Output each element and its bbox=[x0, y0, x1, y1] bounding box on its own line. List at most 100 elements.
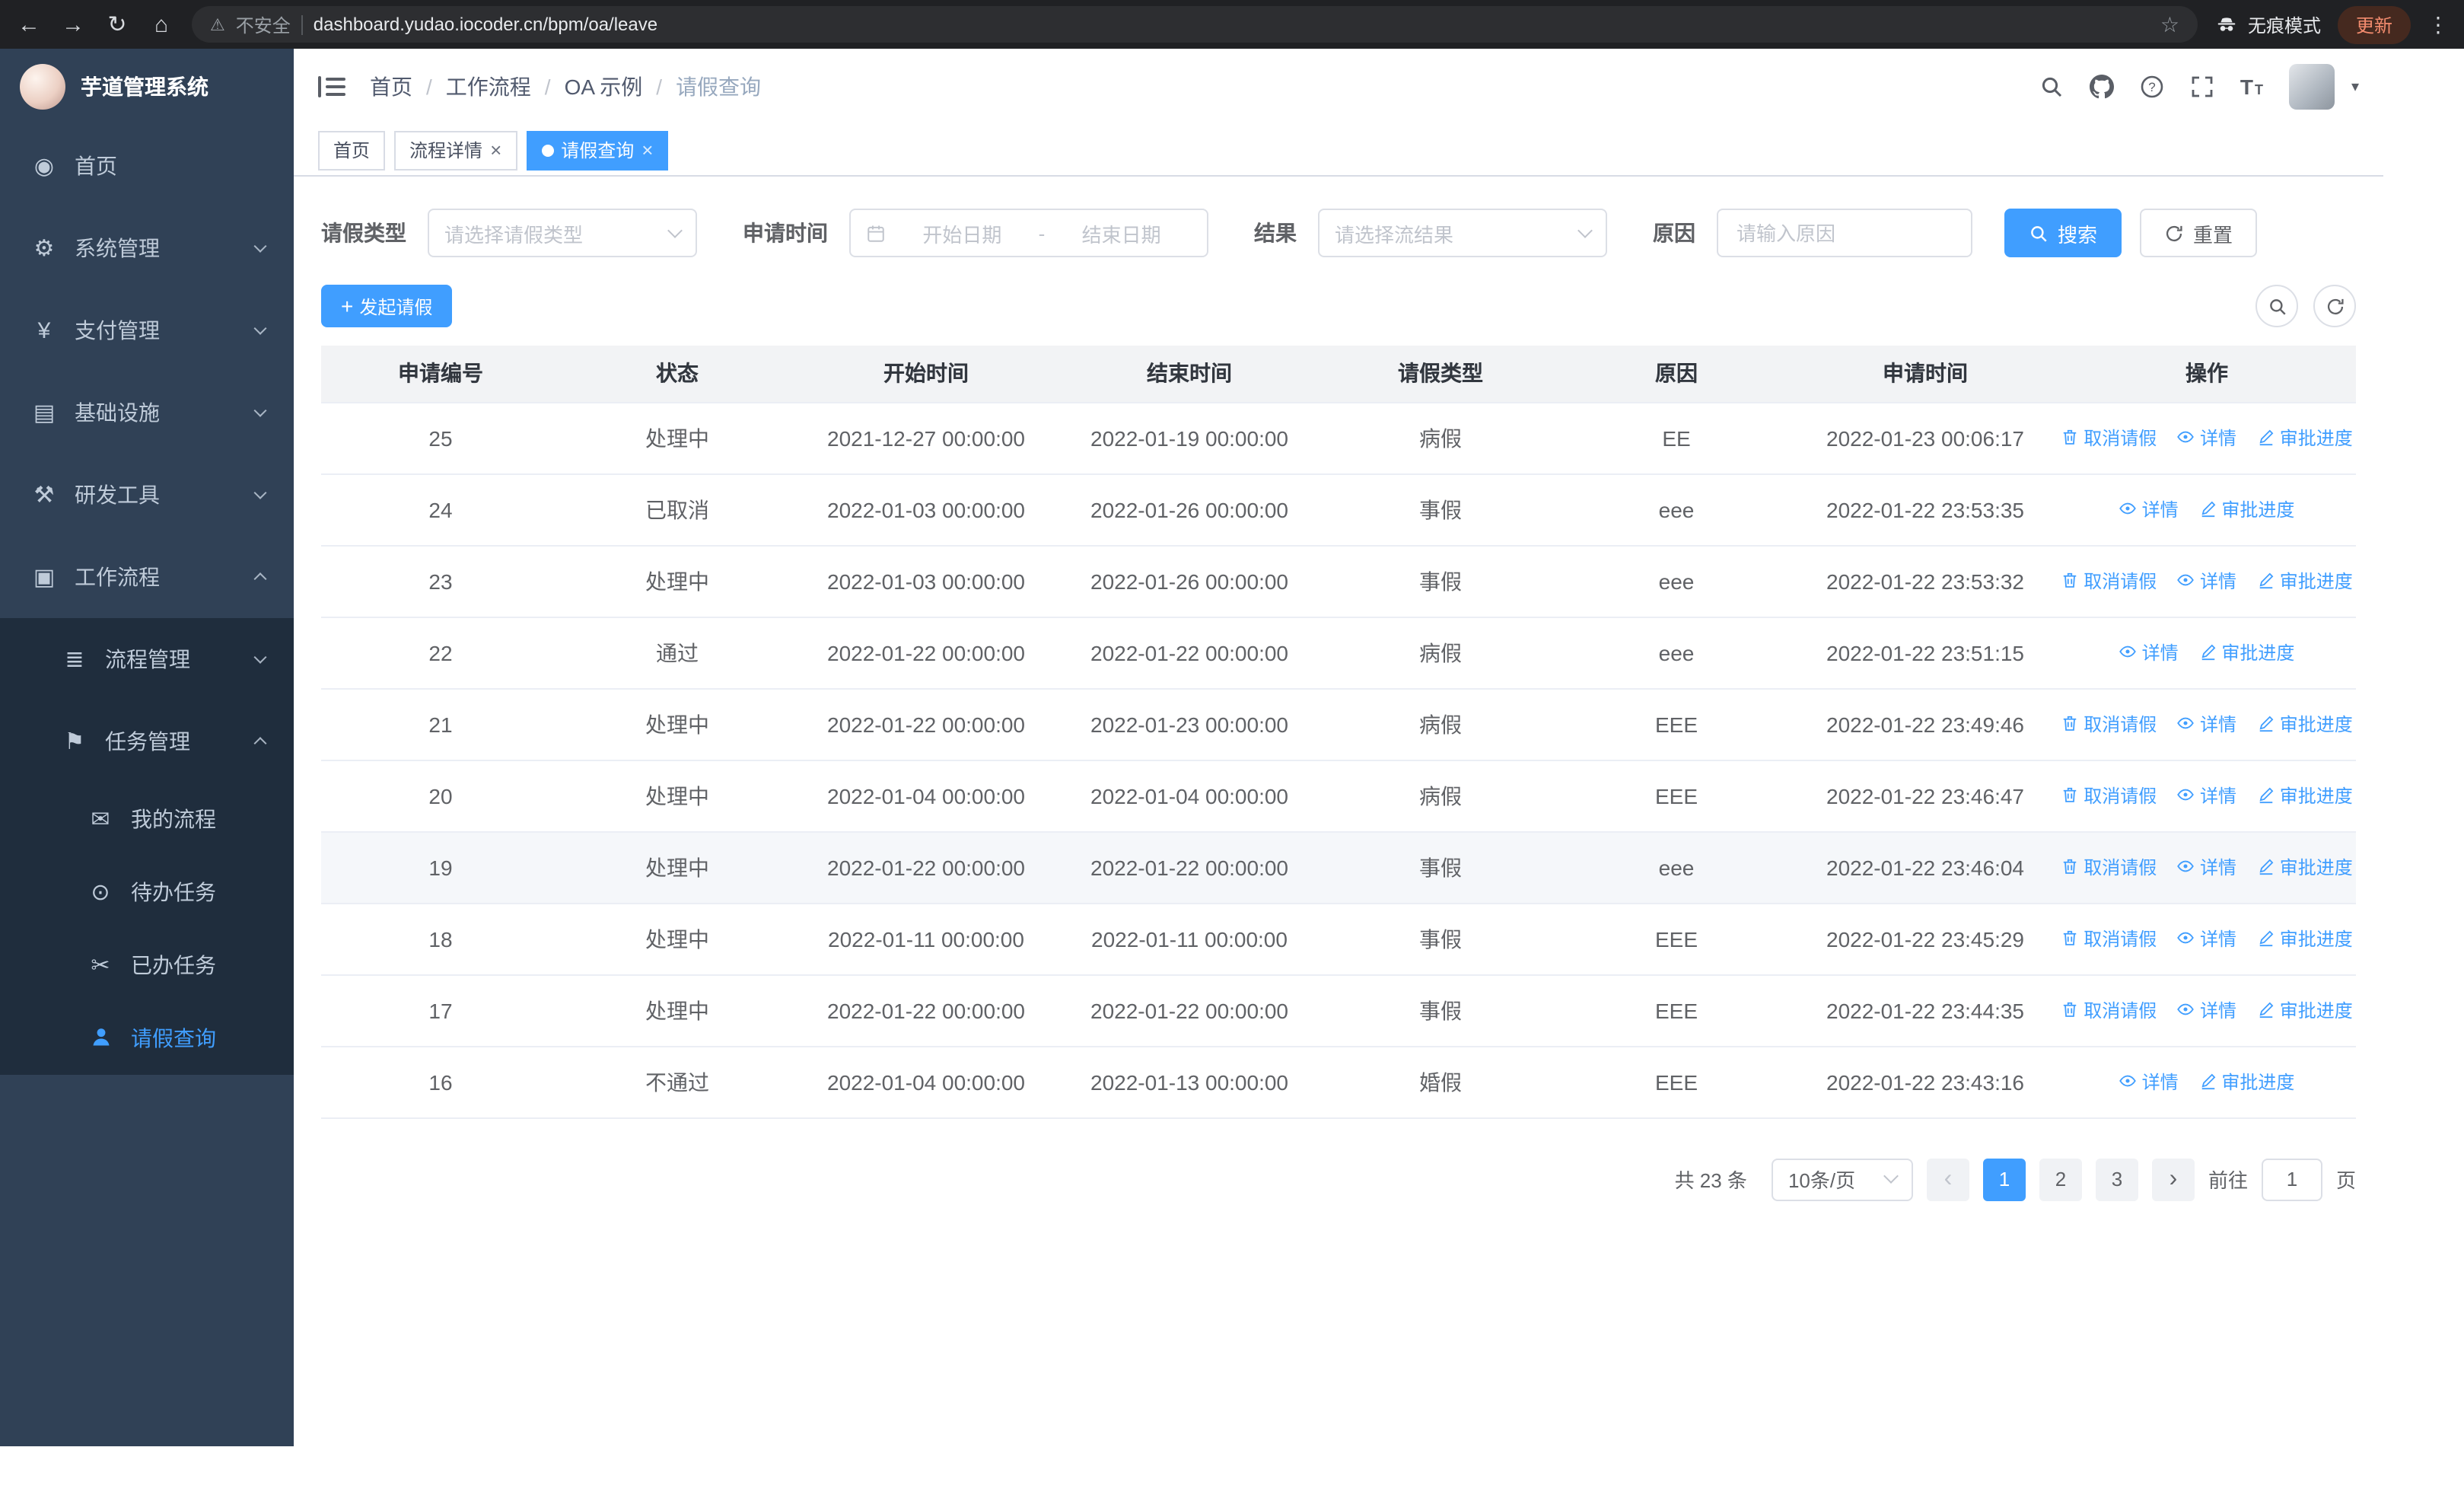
tab-leave-query[interactable]: 请假查询 × bbox=[526, 130, 669, 170]
sidebar-item-dev-tools[interactable]: ⚒ 研发工具 bbox=[0, 454, 294, 536]
sidebar-item-done-tasks[interactable]: ✂ 已办任务 bbox=[0, 929, 294, 1002]
search-icon[interactable] bbox=[2039, 75, 2064, 99]
progress-link[interactable]: 审批进度 bbox=[2198, 496, 2294, 522]
breadcrumb-oa-example[interactable]: OA 示例 bbox=[565, 72, 643, 102]
cell-status: 处理中 bbox=[560, 402, 794, 474]
eye-icon bbox=[2119, 1076, 2137, 1087]
close-icon[interactable]: × bbox=[490, 140, 501, 160]
forward-icon[interactable]: → bbox=[59, 13, 87, 36]
sidebar-item-infrastructure[interactable]: ▤ 基础设施 bbox=[0, 371, 294, 454]
detail-label: 详情 bbox=[2199, 928, 2236, 950]
tab-home[interactable]: 首页 bbox=[318, 130, 386, 170]
help-icon[interactable]: ? bbox=[2140, 75, 2164, 99]
detail-link[interactable]: 详情 bbox=[2119, 639, 2179, 665]
page-1-button[interactable]: 1 bbox=[1982, 1158, 2026, 1200]
result-select[interactable]: 请选择流结果 bbox=[1318, 209, 1607, 257]
progress-link[interactable]: 审批进度 bbox=[2198, 1069, 2294, 1095]
cell-leave-type: 病假 bbox=[1321, 760, 1560, 832]
reload-icon[interactable]: ↻ bbox=[103, 13, 131, 36]
search-toggle-button[interactable] bbox=[2255, 285, 2298, 327]
progress-link[interactable]: 审批进度 bbox=[2257, 997, 2353, 1023]
progress-link[interactable]: 审批进度 bbox=[2257, 425, 2353, 451]
progress-link[interactable]: 审批进度 bbox=[2257, 568, 2353, 594]
cell-start-time: 2021-12-27 00:00:00 bbox=[794, 402, 1058, 474]
detail-link[interactable]: 详情 bbox=[2177, 854, 2236, 880]
breadcrumb-home[interactable]: 首页 bbox=[370, 72, 412, 102]
detail-link[interactable]: 详情 bbox=[2119, 496, 2179, 522]
cancel-leave-link[interactable]: 取消请假 bbox=[2061, 926, 2157, 952]
progress-link[interactable]: 审批进度 bbox=[2257, 854, 2353, 880]
fullscreen-icon[interactable] bbox=[2190, 75, 2214, 99]
refresh-table-button[interactable] bbox=[2313, 285, 2356, 327]
user-avatar[interactable] bbox=[2288, 64, 2335, 110]
sidebar-item-my-process[interactable]: ✉ 我的流程 bbox=[0, 783, 294, 856]
cancel-leave-link[interactable]: 取消请假 bbox=[2061, 711, 2157, 737]
select-placeholder: 请选择流结果 bbox=[1335, 223, 1454, 246]
detail-link[interactable]: 详情 bbox=[2177, 783, 2236, 808]
reset-button[interactable]: 重置 bbox=[2140, 209, 2258, 257]
goto-page-input[interactable] bbox=[2261, 1158, 2322, 1200]
progress-link[interactable]: 审批进度 bbox=[2198, 639, 2294, 665]
sidebar-item-process-management[interactable]: ≣ 流程管理 bbox=[0, 618, 294, 700]
sidebar-item-leave-query[interactable]: 请假查询 bbox=[0, 1002, 294, 1075]
detail-link[interactable]: 详情 bbox=[2177, 568, 2236, 594]
plus-icon: + bbox=[341, 294, 354, 318]
update-button[interactable]: 更新 bbox=[2337, 5, 2411, 43]
page-2-button[interactable]: 2 bbox=[2039, 1158, 2082, 1200]
tab-label: 流程详情 bbox=[409, 140, 483, 161]
sidebar-item-payment[interactable]: ¥ 支付管理 bbox=[0, 289, 294, 371]
detail-link[interactable]: 详情 bbox=[2177, 711, 2236, 737]
close-icon[interactable]: × bbox=[641, 140, 653, 160]
cancel-leave-link[interactable]: 取消请假 bbox=[2061, 783, 2157, 808]
bookmark-star-icon[interactable]: ☆ bbox=[2160, 11, 2179, 37]
cell-reason: eee bbox=[1560, 831, 1793, 904]
font-size-icon[interactable]: TT bbox=[2240, 75, 2263, 99]
detail-link[interactable]: 详情 bbox=[2177, 997, 2236, 1023]
cell-leave-type: 事假 bbox=[1321, 831, 1560, 904]
next-page-button[interactable]: › bbox=[2151, 1158, 2195, 1200]
cancel-leave-link[interactable]: 取消请假 bbox=[2061, 425, 2157, 451]
prev-page-button[interactable]: ‹ bbox=[1926, 1158, 1969, 1200]
cell-id: 19 bbox=[321, 831, 560, 904]
leave-type-select[interactable]: 请选择请假类型 bbox=[428, 209, 697, 257]
sidebar-item-todo-tasks[interactable]: ⊙ 待办任务 bbox=[0, 856, 294, 929]
cancel-leave-link[interactable]: 取消请假 bbox=[2061, 997, 2157, 1023]
reason-input[interactable] bbox=[1717, 209, 1972, 257]
back-icon[interactable]: ← bbox=[15, 13, 43, 36]
apply-time-range-picker[interactable]: 开始日期 - 结束日期 bbox=[849, 209, 1208, 257]
cancel-leave-link[interactable]: 取消请假 bbox=[2061, 854, 2157, 880]
detail-link[interactable]: 详情 bbox=[2177, 425, 2236, 451]
detail-link[interactable]: 详情 bbox=[2119, 1069, 2179, 1095]
detail-link[interactable]: 详情 bbox=[2177, 926, 2236, 952]
chevron-down-icon bbox=[1577, 222, 1593, 237]
avatar-caret-icon[interactable]: ▾ bbox=[2351, 78, 2359, 95]
tab-process-detail[interactable]: 流程详情 × bbox=[394, 130, 517, 170]
progress-link[interactable]: 审批进度 bbox=[2257, 926, 2353, 952]
search-button[interactable]: 搜索 bbox=[2004, 209, 2122, 257]
sidebar-item-system[interactable]: ⚙ 系统管理 bbox=[0, 207, 294, 289]
github-icon[interactable] bbox=[2089, 75, 2114, 99]
page-size-select[interactable]: 10条/页 bbox=[1771, 1158, 1913, 1200]
cell-apply-time: 2022-01-22 23:51:15 bbox=[1793, 617, 2058, 689]
cancel-leave-link[interactable]: 取消请假 bbox=[2061, 568, 2157, 594]
eye-icon bbox=[2178, 932, 2195, 944]
url-bar[interactable]: ⚠ 不安全 dashboard.yudao.iocoder.cn/bpm/oa/… bbox=[192, 6, 2198, 43]
browser-menu-icon[interactable]: ⋮ bbox=[2427, 11, 2449, 37]
progress-link[interactable]: 审批进度 bbox=[2257, 711, 2353, 737]
create-leave-button[interactable]: + 发起请假 bbox=[321, 285, 453, 327]
reset-button-label: 重置 bbox=[2193, 223, 2233, 246]
cell-apply-time: 2022-01-22 23:45:29 bbox=[1793, 903, 2058, 975]
eye-icon bbox=[2178, 432, 2195, 443]
cell-id: 25 bbox=[321, 402, 560, 474]
home-icon[interactable]: ⌂ bbox=[148, 13, 175, 36]
result-label: 结果 bbox=[1254, 221, 1297, 245]
sidebar-item-task-management[interactable]: ⚑ 任务管理 bbox=[0, 700, 294, 783]
sidebar-item-home[interactable]: ◉ 首页 bbox=[0, 125, 294, 207]
breadcrumb-workflow[interactable]: 工作流程 bbox=[446, 72, 531, 102]
sidebar-toggle-icon[interactable] bbox=[318, 75, 345, 99]
cell-status: 不通过 bbox=[560, 1046, 794, 1118]
sidebar-item-workflow[interactable]: ▣ 工作流程 bbox=[0, 536, 294, 618]
page-3-button[interactable]: 3 bbox=[2095, 1158, 2138, 1200]
menu-label: 系统管理 bbox=[75, 236, 160, 260]
progress-link[interactable]: 审批进度 bbox=[2257, 783, 2353, 808]
